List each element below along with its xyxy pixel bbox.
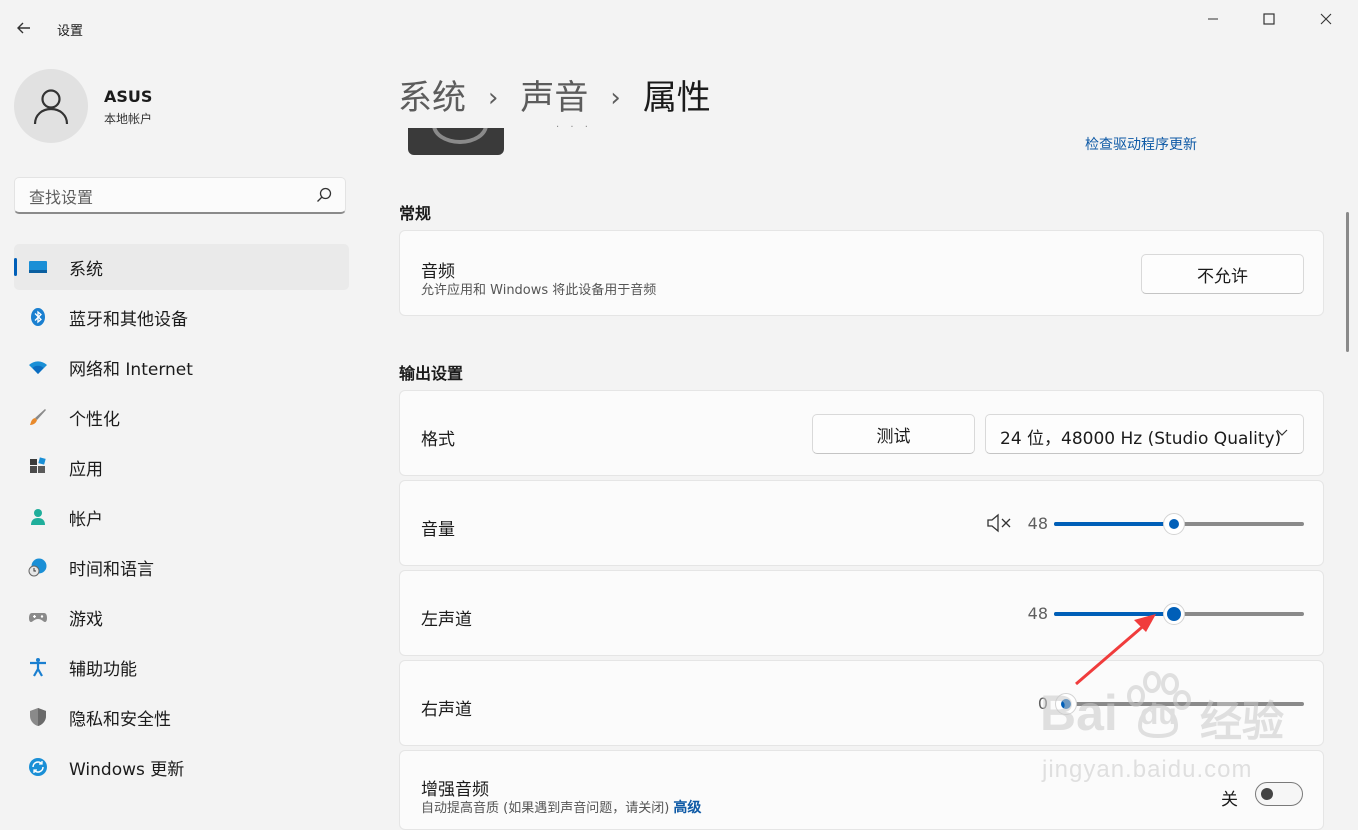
sidebar-item-accounts[interactable]: 帐户 [14,494,349,540]
left-channel-label: 左声道 [421,610,472,630]
gamepad-icon [29,613,47,622]
volume-label: 音量 [421,520,455,540]
enhance-audio-card: 增强音频 自动提高音质 (如果遇到声音问题，请关闭) 高级 关 [399,750,1324,830]
search-icon[interactable] [315,186,333,204]
slider-thumb[interactable] [1055,693,1077,715]
search-box[interactable] [14,177,346,214]
sidebar-item-gaming[interactable]: 游戏 [14,594,349,640]
user-name: ASUS [104,87,153,106]
monitor-icon [29,261,47,273]
breadcrumb-separator: › [488,83,499,113]
format-label: 格式 [421,430,455,450]
person-icon [33,89,69,125]
brush-icon [30,409,46,425]
sidebar-item-label: 游戏 [69,609,103,630]
enhance-audio-toggle[interactable] [1255,782,1303,806]
maximize-icon[interactable] [1246,4,1292,34]
sidebar-item-label: Windows 更新 [69,759,185,780]
test-button[interactable]: 测试 [812,414,975,454]
advanced-link[interactable]: 高级 [673,800,701,816]
sidebar-item-accessibility[interactable]: 辅助功能 [14,644,349,690]
globe-clock-icon [28,558,47,577]
device-name-truncated: · · · [556,122,592,133]
volume-card: 音量 48 [399,480,1324,566]
slider-thumb[interactable] [1163,513,1185,535]
sidebar-nav: 系统 蓝牙和其他设备 网络和 Internet 个性化 应用 帐户 时间和语言 … [14,244,349,794]
bluetooth-icon [31,308,45,326]
speaker-mute-icon[interactable] [986,513,1012,533]
chevron-down-icon [1276,429,1288,436]
enhance-audio-desc-text: 自动提高音质 (如果遇到声音问题，请关闭) [421,801,670,816]
close-icon[interactable] [1303,4,1349,34]
sidebar-item-label: 蓝牙和其他设备 [69,309,188,330]
right-channel-slider[interactable] [1055,693,1304,715]
format-card: 格式 测试 24 位，48000 Hz (Studio Quality) [399,390,1324,476]
device-image [408,128,504,155]
title-bar: 设置 [0,0,1358,56]
breadcrumb-separator: › [610,83,621,113]
volume-slider[interactable] [1054,513,1304,535]
audio-description: 允许应用和 Windows 将此设备用于音频 [421,283,657,298]
sidebar-item-label: 帐户 [69,509,103,530]
sidebar-item-bluetooth[interactable]: 蓝牙和其他设备 [14,294,349,340]
sidebar-item-label: 网络和 Internet [69,359,193,380]
sidebar-item-label: 隐私和安全性 [69,709,171,730]
breadcrumb: 系统 › 声音 › 属性 [398,70,711,118]
right-channel-value: 0 [1037,694,1048,713]
sidebar-item-label: 应用 [69,459,103,480]
sidebar-item-label: 个性化 [69,409,120,430]
format-select[interactable]: 24 位，48000 Hz (Studio Quality) [985,414,1304,454]
accessibility-icon [30,658,46,677]
arrow-left-icon[interactable] [12,16,36,40]
sidebar-item-windows-update[interactable]: Windows 更新 [14,744,349,790]
annotation-arrow [1075,614,1156,686]
enhance-toggle-state: 关 [1221,790,1238,810]
sidebar-item-label: 时间和语言 [69,559,154,580]
sidebar-item-time-language[interactable]: 时间和语言 [14,544,349,590]
audio-card: 音频 允许应用和 Windows 将此设备用于音频 不允许 [399,230,1324,316]
apps-icon [30,457,46,473]
sidebar-item-label: 辅助功能 [69,659,137,680]
app-title: 设置 [57,24,84,39]
account-type: 本地帐户 [104,112,153,126]
sidebar-item-label: 系统 [69,259,103,280]
sidebar-item-personalization[interactable]: 个性化 [14,394,349,440]
right-channel-label: 右声道 [421,700,472,720]
sidebar-item-system[interactable]: 系统 [14,244,349,290]
section-output-title: 输出设置 [399,364,464,383]
page-title: 属性 [642,78,711,118]
scrollbar[interactable] [1346,212,1349,352]
avatar[interactable] [14,69,88,143]
sidebar-item-apps[interactable]: 应用 [14,444,349,490]
format-select-value: 24 位，48000 Hz (Studio Quality) [1000,429,1282,449]
wifi-icon [29,361,47,374]
section-general-title: 常规 [399,204,432,223]
enhance-audio-description: 自动提高音质 (如果遇到声音问题，请关闭) 高级 [421,797,701,817]
minimize-icon[interactable] [1190,4,1236,34]
breadcrumb-item-sound[interactable]: 声音 [520,78,588,118]
person-icon [31,509,45,525]
sidebar-item-network[interactable]: 网络和 Internet [14,344,349,390]
update-icon [29,758,47,776]
search-input[interactable] [27,185,311,209]
check-driver-update-link[interactable]: 检查驱动程序更新 [1085,134,1197,154]
disallow-button[interactable]: 不允许 [1141,254,1304,294]
volume-value: 48 [1027,514,1048,533]
shield-icon [30,708,46,726]
left-channel-value: 48 [1027,604,1048,623]
breadcrumb-item-system[interactable]: 系统 [398,78,466,118]
sidebar-item-privacy[interactable]: 隐私和安全性 [14,694,349,740]
